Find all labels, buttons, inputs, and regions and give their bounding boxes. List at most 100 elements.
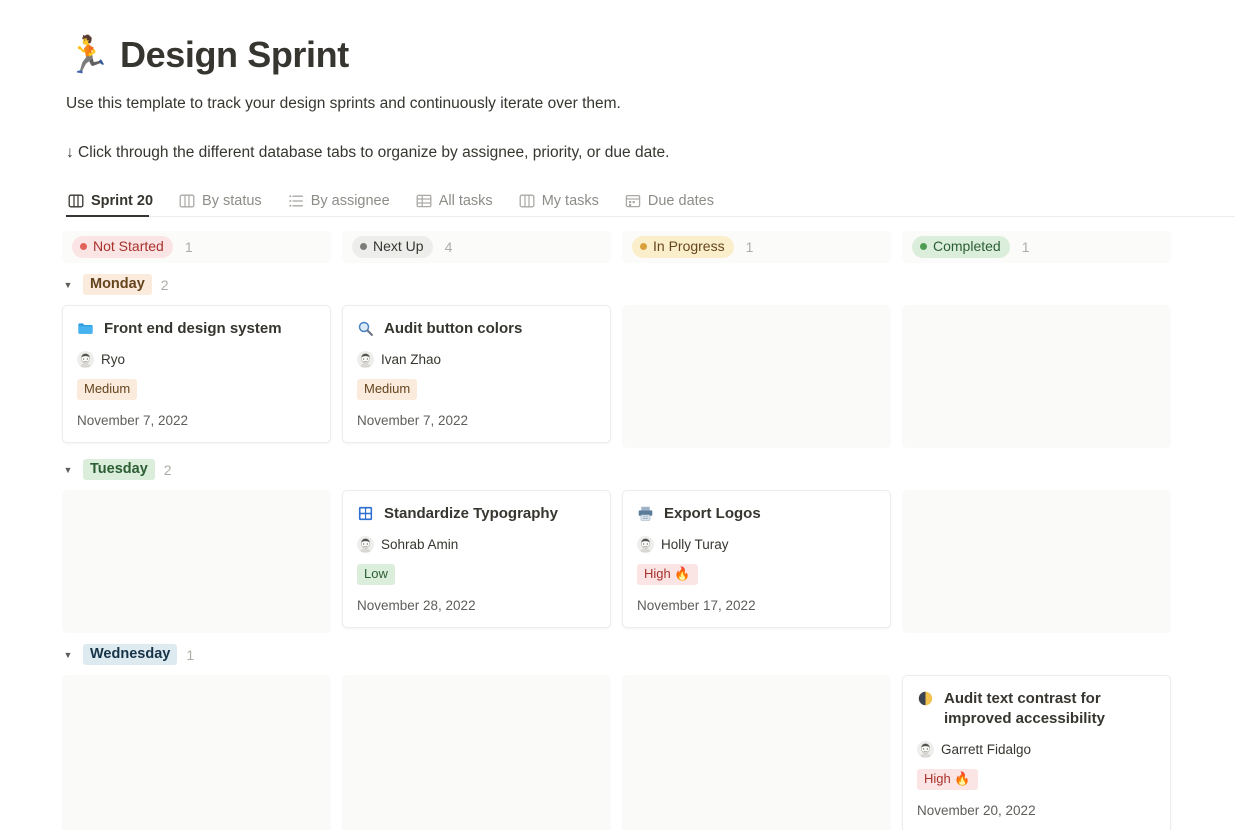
title-row: 🏃 Design Sprint xyxy=(66,34,1245,76)
card-assignee: Ryo xyxy=(77,350,316,368)
priority-badge: Medium xyxy=(357,378,418,400)
status-dot-icon xyxy=(640,242,647,250)
due-date: November 28, 2022 xyxy=(357,597,476,613)
card-assignee: Garrett Fidalgo xyxy=(917,741,1156,758)
assignee-name: Garrett Fidalgo xyxy=(941,742,1032,757)
assignee-name: Sohrab Amin xyxy=(381,536,459,552)
status-count: 1 xyxy=(1021,238,1030,255)
card-title: Audit button colors xyxy=(384,319,523,337)
empty-cell[interactable] xyxy=(62,489,331,633)
card-cell: Audit button colors Ivan Zhao Medium Novemb… xyxy=(342,304,611,448)
tab-by-status[interactable]: By status xyxy=(177,193,272,216)
empty-cell[interactable] xyxy=(622,674,891,830)
card-title: Audit text contrast for improved accessi… xyxy=(944,689,1105,727)
tab-sprint-20[interactable]: Sprint 20 xyxy=(66,193,163,217)
tab-label: By status xyxy=(202,192,262,209)
group-header: ▼ Wednesday 1 xyxy=(62,639,1235,671)
assignee-name: Ivan Zhao xyxy=(381,351,442,367)
status-column-header[interactable]: Not Started 1 xyxy=(62,230,331,263)
due-date: November 17, 2022 xyxy=(637,597,756,613)
status-label: Not Started xyxy=(93,237,164,254)
group-header: ▼ Tuesday 2 xyxy=(62,454,1235,486)
card-title-row: Export Logos xyxy=(637,504,876,524)
tab-label: Due dates xyxy=(647,192,714,209)
status-count: 1 xyxy=(745,238,754,255)
printer-icon xyxy=(638,506,653,521)
priority-badge: High 🔥 xyxy=(917,769,978,790)
task-card[interactable]: Standardize Typography Sohrab Amin Low Nove… xyxy=(342,489,611,628)
status-column-header[interactable]: Completed 1 xyxy=(902,230,1171,263)
status-header-row: Not Started 1 Next Up 4 In Progress 1 Complete… xyxy=(62,230,1235,263)
board-icon xyxy=(179,194,195,207)
empty-cell[interactable] xyxy=(62,674,331,830)
tab-by-assignee[interactable]: By assignee xyxy=(286,193,400,216)
status-badge: Next Up xyxy=(352,235,433,258)
group-header: ▼ Monday 2 xyxy=(62,269,1235,301)
status-badge: Not Started xyxy=(72,235,173,258)
task-card[interactable]: Audit text contrast for improved accessi… xyxy=(902,674,1171,830)
chevron-down-icon[interactable]: ▼ xyxy=(62,464,74,476)
card-cell: Audit text contrast for improved accessi… xyxy=(902,674,1171,830)
board-icon xyxy=(68,194,84,207)
status-badge: In Progress xyxy=(632,235,734,258)
card-title-row: Standardize Typography xyxy=(357,504,596,524)
page-title: Design Sprint xyxy=(120,34,349,75)
priority-badge: Low xyxy=(357,563,395,585)
task-card[interactable]: Front end design system Ryo Medium November… xyxy=(62,304,331,443)
card-assignee: Sohrab Amin xyxy=(357,535,596,553)
tab-due-dates[interactable]: Due dates xyxy=(623,193,724,216)
card-cell: Export Logos Holly Turay High 🔥 November 17… xyxy=(622,489,891,633)
contrast-icon xyxy=(918,691,933,705)
status-dot-icon xyxy=(360,242,367,250)
card-title: Front end design system xyxy=(104,319,282,337)
group-label[interactable]: Monday xyxy=(83,274,152,295)
group-label[interactable]: Tuesday xyxy=(83,459,155,480)
empty-cell[interactable] xyxy=(342,674,611,830)
status-dot-icon xyxy=(80,242,87,250)
group-cards-row: Standardize Typography Sohrab Amin Low Nove… xyxy=(62,489,1235,633)
group-cards-row: Front end design system Ryo Medium November… xyxy=(62,304,1235,448)
tab-label: By assignee xyxy=(310,192,390,209)
design-sprint-page: 🏃 Design Sprint Use this template to tra… xyxy=(0,0,1245,830)
card-assignee: Holly Turay xyxy=(637,535,876,553)
avatar-ryo xyxy=(77,350,94,368)
avatar-sohrab xyxy=(357,535,374,553)
assignee-name: Holly Turay xyxy=(661,536,729,552)
page-hint: ↓ Click through the different database t… xyxy=(66,144,670,162)
runner-icon: 🏃 xyxy=(66,34,111,75)
database-tabs: Sprint 20 By status By assignee All tasks My… xyxy=(66,187,1235,217)
status-count: 4 xyxy=(444,238,453,255)
group-count: 1 xyxy=(186,646,195,663)
tab-my-tasks[interactable]: My tasks xyxy=(517,193,609,216)
group-cards-row: Audit text contrast for improved accessi… xyxy=(62,674,1235,830)
status-label: In Progress xyxy=(653,237,725,254)
empty-cell[interactable] xyxy=(902,304,1171,448)
empty-cell[interactable] xyxy=(622,304,891,448)
board-view: Not Started 1 Next Up 4 In Progress 1 Complete… xyxy=(0,230,1245,830)
status-column-header[interactable]: Next Up 4 xyxy=(342,230,611,263)
due-date: November 20, 2022 xyxy=(917,803,1036,818)
status-badge: Completed xyxy=(912,235,1010,258)
tab-all-tasks[interactable]: All tasks xyxy=(414,193,503,216)
status-column-header[interactable]: In Progress 1 xyxy=(622,230,891,263)
due-date: November 7, 2022 xyxy=(357,412,469,428)
empty-cell[interactable] xyxy=(902,489,1171,633)
task-card[interactable]: Audit button colors Ivan Zhao Medium Novemb… xyxy=(342,304,611,443)
task-card[interactable]: Export Logos Holly Turay High 🔥 November 17… xyxy=(622,489,891,628)
card-cell: Standardize Typography Sohrab Amin Low Nove… xyxy=(342,489,611,633)
card-cell: Front end design system Ryo Medium November… xyxy=(62,304,331,448)
status-label: Completed xyxy=(933,237,1001,254)
card-title: Export Logos xyxy=(664,504,761,522)
avatar-holly xyxy=(637,535,654,553)
chevron-down-icon[interactable]: ▼ xyxy=(62,279,74,291)
priority-badge: High 🔥 xyxy=(637,563,698,585)
abcd-icon xyxy=(358,506,373,520)
avatar-ivan xyxy=(357,350,374,368)
chevron-down-icon[interactable]: ▼ xyxy=(62,649,74,661)
folder-icon xyxy=(78,322,93,334)
group-count: 2 xyxy=(160,276,169,293)
board-groups: ▼ Monday 2 Front end design system Ryo Medium… xyxy=(62,269,1235,830)
group-label[interactable]: Wednesday xyxy=(83,644,178,665)
card-title-row: Audit text contrast for improved accessi… xyxy=(917,689,1156,730)
assignee-name: Ryo xyxy=(101,351,126,367)
